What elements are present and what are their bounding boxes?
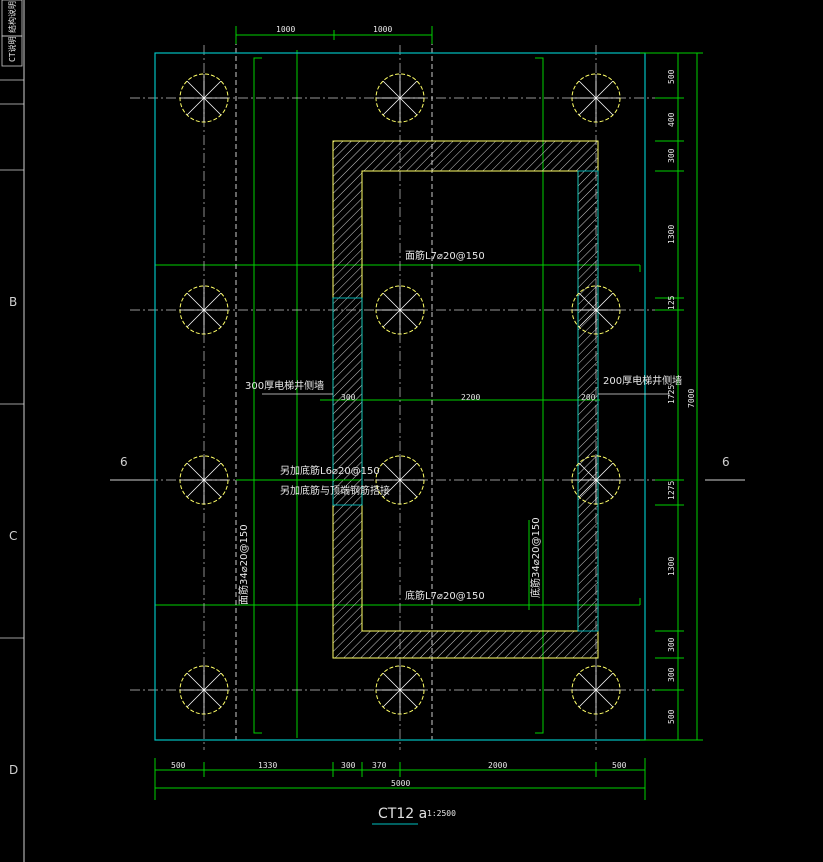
- pile-11: [375, 665, 425, 715]
- top-rebar-label: 面筋L7⌀20@150: [405, 249, 485, 262]
- right-vertical-rebar-label: 底筋34⌀20@150: [529, 517, 542, 598]
- bottom-dim-4: 370: [372, 761, 387, 770]
- right-dimensions: 500 400 300 1300 125 1725 1275 1300 300 …: [640, 52, 703, 741]
- right-dim-8: 1300: [667, 557, 676, 576]
- right-dim-2: 400: [667, 112, 676, 127]
- right-dim-7: 1275: [667, 481, 676, 500]
- pile-9: [571, 455, 621, 505]
- top-dim-2: 1000: [373, 25, 392, 34]
- pile-12: [571, 665, 621, 715]
- title-name: CT12 a: [378, 806, 427, 822]
- inner-dim-span: 2200: [461, 393, 480, 402]
- row-letter-c: C: [9, 529, 17, 543]
- drawing-title: CT12 a 1:2500: [372, 806, 456, 825]
- pile-7: [179, 455, 229, 505]
- pile-2: [375, 73, 425, 123]
- row-letter-b: B: [9, 295, 17, 309]
- right-dim-4: 1300: [667, 225, 676, 244]
- section-mark-right: 6: [722, 455, 730, 469]
- bottom-dim-2: 1330: [258, 761, 277, 770]
- inner-dim-left: 300: [341, 393, 356, 402]
- pile-10: [179, 665, 229, 715]
- annotations: 面筋L7⌀20@150 底筋L7⌀20@150 面筋34⌀20@150 底筋34…: [236, 249, 682, 605]
- left-vertical-rebar-label: 面筋34⌀20@150: [237, 524, 250, 605]
- bottom-rebar-label: 底筋L7⌀20@150: [405, 589, 485, 602]
- wall-200-label: 200厚电梯井侧墙: [603, 374, 682, 387]
- wall-300-label: 300厚电梯井侧墙: [245, 379, 324, 392]
- extra-rebar-label-1: 另加底筋L6⌀20@150: [280, 464, 380, 477]
- right-dim-11: 500: [667, 709, 676, 724]
- pile-5: [375, 285, 425, 335]
- right-dim-total: 7000: [687, 389, 696, 408]
- section-mark-left: 6: [120, 455, 128, 469]
- right-dim-3: 300: [667, 148, 676, 163]
- bottom-dimensions: 500 1330 300 370 2000 500 5000: [154, 758, 646, 800]
- inner-dim-right: 200: [581, 393, 596, 402]
- right-dim-1: 500: [667, 69, 676, 84]
- section-marks: 6 6: [110, 455, 745, 481]
- extra-rebar-label-2: 另加底筋与顶端钢筋搭接: [280, 484, 390, 497]
- bottom-dim-total: 5000: [391, 779, 410, 788]
- bottom-dim-6: 500: [612, 761, 627, 770]
- cad-drawing: 结构说明 CT说明 B C D 1000 1000 500 400 300 13…: [0, 0, 745, 862]
- row-letter-d: D: [9, 763, 18, 777]
- right-dim-10: 300: [667, 667, 676, 682]
- side-strip: 结构说明 CT说明 B C D: [0, 0, 25, 862]
- top-dim-1: 1000: [276, 25, 295, 34]
- side-label-1: 结构说明: [7, 1, 17, 33]
- pile-1: [179, 73, 229, 123]
- right-dim-5: 125: [667, 295, 676, 310]
- right-dim-9: 300: [667, 637, 676, 652]
- bottom-dim-1: 500: [171, 761, 186, 770]
- bottom-dim-5: 2000: [488, 761, 507, 770]
- inner-dimensions: 300 2200 200: [341, 393, 596, 402]
- side-label-2: CT说明: [7, 36, 17, 62]
- bottom-dim-3: 300: [341, 761, 356, 770]
- pile-6: [571, 285, 621, 335]
- title-scale: 1:2500: [427, 809, 456, 818]
- pile-3: [571, 73, 621, 123]
- pile-4: [179, 285, 229, 335]
- top-dimension: 1000 1000: [235, 25, 433, 44]
